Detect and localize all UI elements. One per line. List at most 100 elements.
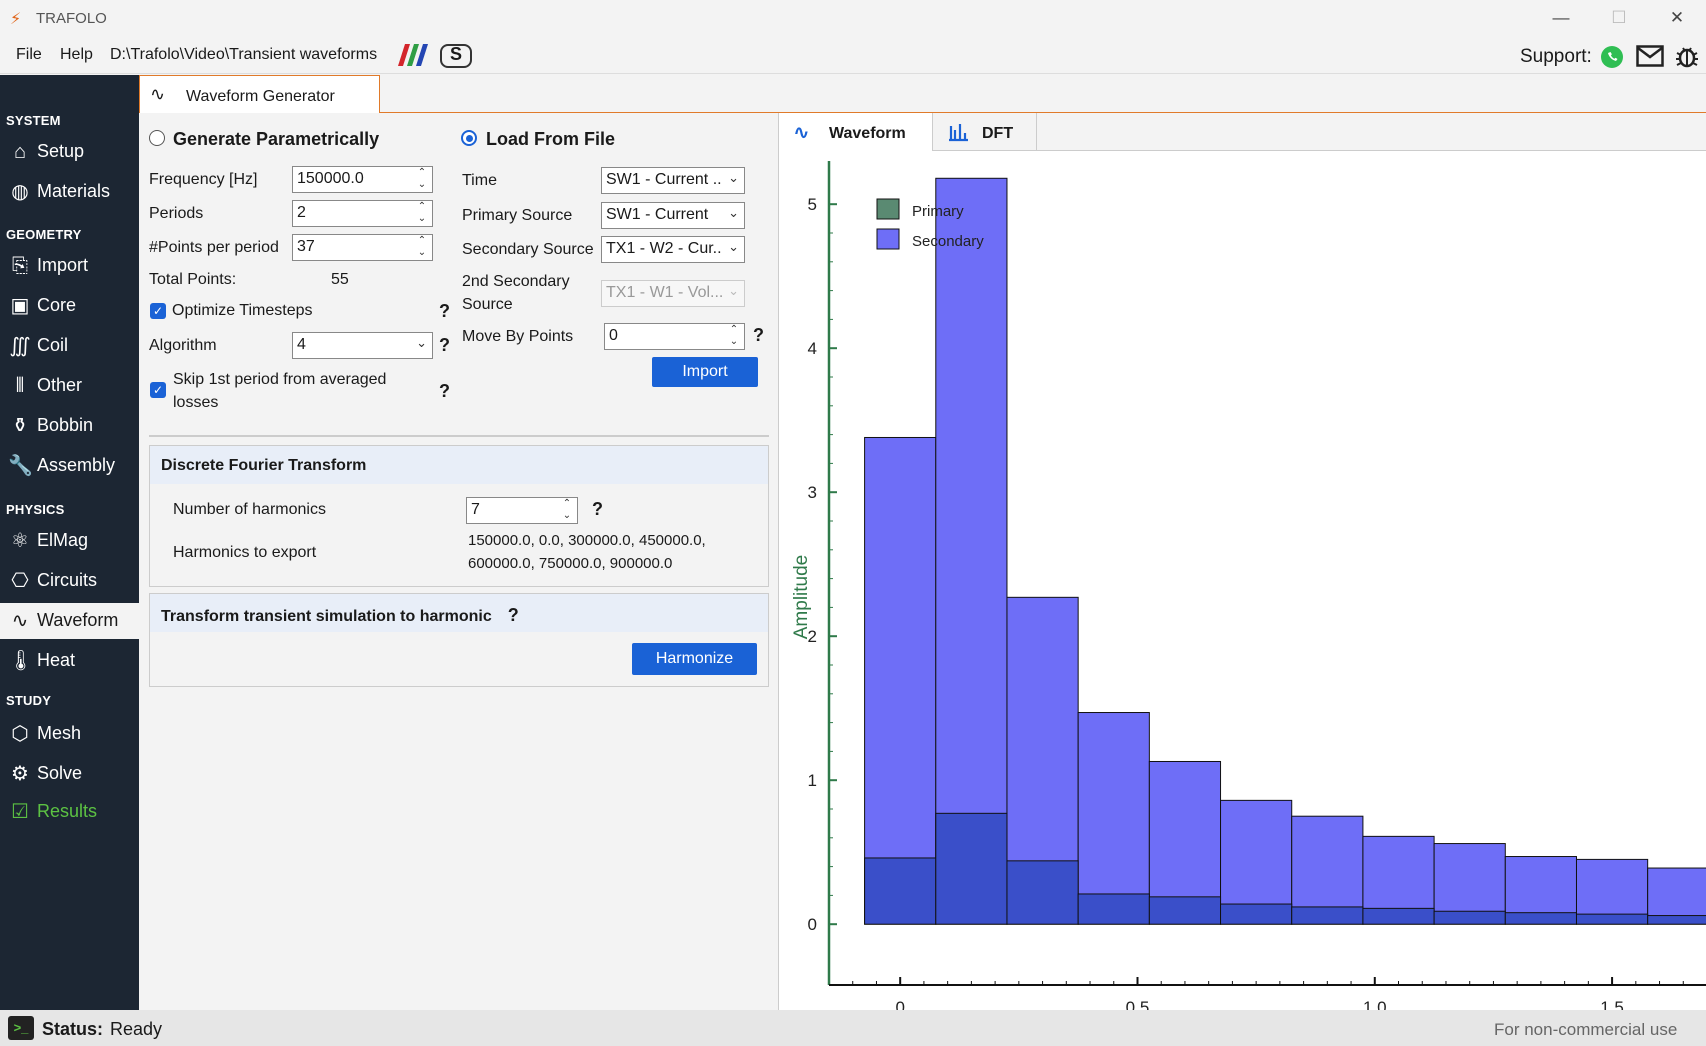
optimize-timesteps-checkbox[interactable]: ✓ bbox=[150, 303, 166, 319]
mesh-icon: ⬡ bbox=[11, 723, 29, 745]
wrench-icon: 🔧 bbox=[8, 455, 33, 477]
spin-arrows-icon[interactable]: ⌃ ⌄ bbox=[560, 498, 574, 522]
sidebar-item-other[interactable]: ⫴ Other bbox=[0, 368, 139, 404]
periods-input[interactable]: 2 ⌃ ⌄ bbox=[292, 200, 433, 227]
generate-parametrically-radio[interactable] bbox=[149, 130, 165, 146]
primary-bar bbox=[1148, 896, 1222, 925]
menu-help[interactable]: Help bbox=[60, 46, 93, 64]
harmonics-input[interactable]: 7 ⌃ ⌄ bbox=[466, 497, 578, 524]
sidebar-item-import[interactable]: ⎘ Import bbox=[0, 248, 139, 284]
sidebar-item-elmag[interactable]: ⚛ ElMag bbox=[0, 523, 139, 559]
section-geometry: GEOMETRY bbox=[6, 227, 82, 242]
points-per-period-input[interactable]: 37 ⌃ ⌄ bbox=[292, 234, 433, 261]
primary-bar bbox=[1077, 893, 1150, 925]
gear-icon: ⚙ bbox=[11, 763, 29, 785]
wave-icon: ∿ bbox=[150, 84, 166, 104]
points-per-period-label: #Points per period bbox=[149, 239, 279, 256]
core-icon: ▣ bbox=[10, 295, 30, 317]
total-points-label: Total Points: bbox=[149, 271, 237, 288]
help-icon[interactable]: ? bbox=[508, 605, 519, 625]
import-button[interactable]: Import bbox=[652, 357, 758, 387]
periods-label: Periods bbox=[149, 205, 204, 222]
dft-group: Discrete Fourier Transform Number of har… bbox=[149, 445, 769, 587]
sidebar-item-heat[interactable]: 🌡 Heat bbox=[0, 643, 139, 679]
close-button[interactable]: ✕ bbox=[1654, 4, 1700, 32]
dft-chart: 01234500.51.01.5F [Hz] (x1e+06)Amplitude… bbox=[791, 161, 1706, 1010]
sidebar-item-waveform[interactable]: ∿ Waveform bbox=[0, 603, 139, 639]
harmonics-label: Number of harmonics bbox=[173, 501, 326, 518]
spin-arrows-icon[interactable]: ⌃ ⌄ bbox=[415, 201, 429, 225]
optimize-timesteps-label: Optimize Timesteps bbox=[172, 302, 313, 319]
sidebar-item-setup[interactable]: ⌂ Setup bbox=[0, 134, 139, 170]
sidebar-item-assembly[interactable]: 🔧 Assembly bbox=[0, 448, 139, 484]
project-path: D:\Trafolo\Video\Transient waveforms bbox=[110, 46, 378, 63]
legend-swatch-secondary bbox=[876, 228, 900, 250]
bobbin-icon: ⚱ bbox=[11, 415, 29, 437]
tab-dft[interactable]: DFT bbox=[933, 113, 1037, 151]
legend-swatch-primary bbox=[876, 198, 900, 220]
spin-arrows-icon[interactable]: ⌃ ⌄ bbox=[415, 235, 429, 259]
sidebar-item-materials[interactable]: ◍ Materials bbox=[0, 174, 139, 210]
second-secondary-label-2: Source bbox=[462, 296, 513, 313]
sidebar-item-circuits[interactable]: ⎔ Circuits bbox=[0, 563, 139, 599]
primary-bar bbox=[1291, 906, 1364, 925]
secondary-bar bbox=[1077, 712, 1150, 925]
menu-bar: File Help D:\Trafolo\Video\Transient wav… bbox=[0, 36, 1706, 74]
chevron-down-icon: ⌄ bbox=[728, 283, 739, 298]
status-bar: >_ Status: Ready For non-commercial use bbox=[0, 1010, 1706, 1046]
s-logo-icon[interactable]: S bbox=[440, 44, 472, 68]
help-icon[interactable]: ? bbox=[439, 381, 450, 402]
algorithm-select[interactable]: 4 ⌄ bbox=[292, 332, 433, 359]
primary-bar bbox=[1006, 860, 1079, 925]
harmonize-button[interactable]: Harmonize bbox=[632, 643, 757, 675]
sidebar-item-solve[interactable]: ⚙ Solve bbox=[0, 756, 139, 792]
primary-bar bbox=[1647, 915, 1706, 925]
results-icon: ☑ bbox=[11, 801, 29, 823]
help-icon[interactable]: ? bbox=[753, 325, 764, 346]
harmonics-export-line-2: 600000.0, 750000.0, 900000.0 bbox=[468, 555, 673, 572]
wave-icon: ∿ bbox=[11, 610, 29, 632]
move-by-points-input[interactable]: 0 ⌃ ⌄ bbox=[604, 323, 745, 350]
chevron-down-icon: ⌄ bbox=[728, 205, 739, 220]
total-points-value: 55 bbox=[331, 271, 349, 288]
partner-logo-icon[interactable] bbox=[396, 44, 428, 66]
tab-waveform[interactable]: ∿ Waveform bbox=[779, 113, 933, 151]
time-label: Time bbox=[462, 172, 497, 189]
y-tick-label: 0 bbox=[808, 915, 817, 934]
maximize-button[interactable]: ☐ bbox=[1596, 4, 1642, 32]
spin-arrows-icon[interactable]: ⌃ ⌄ bbox=[727, 324, 741, 348]
legend-label-primary: Primary bbox=[912, 203, 964, 220]
y-axis-label: Amplitude bbox=[791, 555, 812, 640]
harmonics-export-label: Harmonics to export bbox=[173, 544, 317, 561]
secondary-bar bbox=[864, 436, 937, 925]
primary-bar bbox=[1362, 907, 1435, 925]
time-select[interactable]: SW1 - Current .. ⌄ bbox=[601, 167, 745, 194]
frequency-input[interactable]: 150000.0 ⌃ ⌄ bbox=[292, 166, 433, 193]
skip-first-period-checkbox[interactable]: ✓ bbox=[150, 382, 166, 398]
help-icon[interactable]: ? bbox=[439, 335, 450, 356]
primary-bar bbox=[1504, 912, 1577, 925]
load-from-file-radio[interactable] bbox=[461, 130, 477, 146]
help-icon[interactable]: ? bbox=[439, 301, 450, 322]
sidebar-item-bobbin[interactable]: ⚱ Bobbin bbox=[0, 408, 139, 444]
spin-arrows-icon[interactable]: ⌃ ⌄ bbox=[415, 167, 429, 191]
chevron-down-icon: ⌄ bbox=[416, 335, 427, 350]
secondary-source-select[interactable]: TX1 - W2 - Cur.. ⌄ bbox=[601, 236, 745, 263]
primary-source-select[interactable]: SW1 - Current ⌄ bbox=[601, 202, 745, 229]
whatsapp-icon[interactable] bbox=[1600, 45, 1624, 69]
sidebar-item-mesh[interactable]: ⬡ Mesh bbox=[0, 716, 139, 752]
dft-title: Discrete Fourier Transform bbox=[150, 446, 768, 484]
menu-file[interactable]: File bbox=[16, 46, 42, 64]
circuit-icon: ⎔ bbox=[11, 570, 29, 592]
minimize-button[interactable]: — bbox=[1538, 4, 1584, 32]
sidebar-item-core[interactable]: ▣ Core bbox=[0, 288, 139, 324]
mail-icon[interactable] bbox=[1636, 45, 1664, 67]
chevron-down-icon: ⌄ bbox=[728, 170, 739, 185]
x-tick-label: 1.0 bbox=[1363, 998, 1387, 1010]
legend-label-secondary: Secondary bbox=[912, 233, 984, 250]
tab-waveform-generator[interactable]: ∿ Waveform Generator bbox=[139, 75, 380, 114]
help-icon[interactable]: ? bbox=[592, 499, 603, 520]
sidebar-item-results[interactable]: ☑ Results bbox=[0, 794, 139, 830]
sidebar-item-coil[interactable]: ∭ Coil bbox=[0, 328, 139, 364]
bug-report-icon[interactable] bbox=[1674, 43, 1700, 69]
